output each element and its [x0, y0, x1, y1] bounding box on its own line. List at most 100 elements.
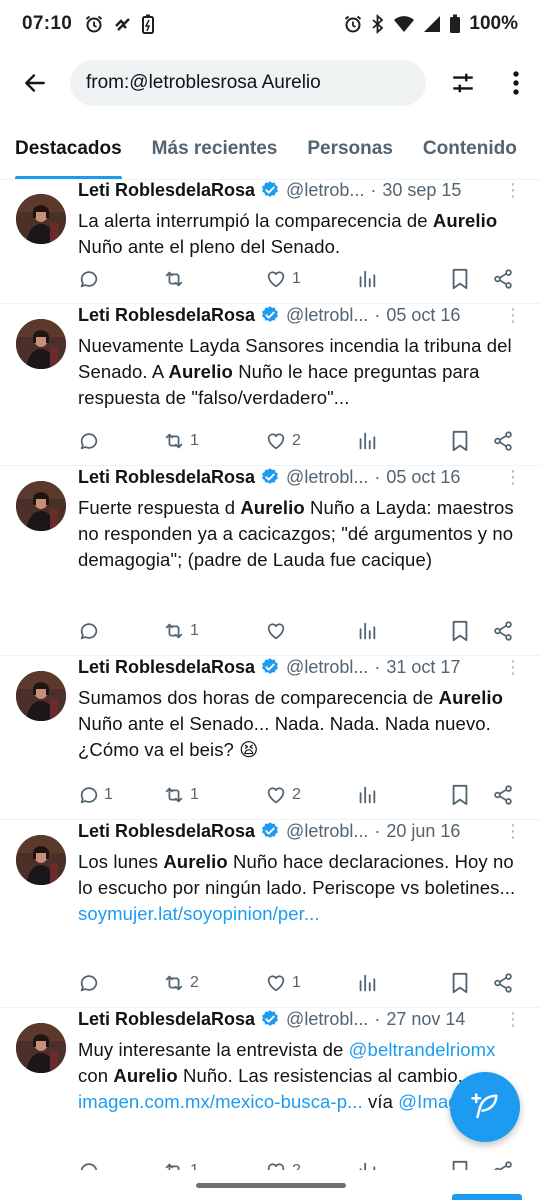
search-input[interactable]: from:@letroblesrosa Aurelio: [70, 60, 426, 106]
search-tabs: Destacados Más recientes Personas Conten…: [0, 118, 540, 180]
separator-dot: ·: [374, 820, 381, 841]
search-filters-button[interactable]: [432, 52, 494, 114]
like-button[interactable]: 2: [264, 784, 301, 806]
tweet-header: Leti RoblesdelaRosa @letrobl... · 05 oct 16…: [78, 465, 528, 489]
like-button[interactable]: 2: [264, 430, 301, 452]
avatar[interactable]: [16, 194, 66, 244]
avatar[interactable]: [16, 1023, 66, 1073]
reply-button[interactable]: [78, 268, 104, 290]
tweet-feed[interactable]: Leti RoblesdelaRosa @letrob... · 30 sep 15 ⋮…: [0, 180, 540, 1170]
tweet-date[interactable]: 31 oct 17: [386, 657, 460, 678]
avatar[interactable]: [16, 671, 66, 721]
tweet[interactable]: Leti RoblesdelaRosa @letrobl... · 05 oct 16…: [0, 466, 540, 656]
bookmark-button[interactable]: [450, 430, 470, 452]
retweet-icon: [162, 268, 186, 290]
tweet-date[interactable]: 20 jun 16: [386, 821, 460, 842]
views-button[interactable]: [356, 784, 378, 806]
bookmark-button[interactable]: [450, 972, 470, 994]
tab-destacados[interactable]: Destacados: [15, 118, 122, 179]
like-button[interactable]: [264, 620, 292, 642]
back-button[interactable]: [0, 52, 70, 114]
author-name[interactable]: Leti RoblesdelaRosa: [78, 180, 255, 201]
retweet-button[interactable]: 1: [162, 784, 199, 806]
share-button[interactable]: [492, 1160, 514, 1170]
author-name[interactable]: Leti RoblesdelaRosa: [78, 821, 255, 842]
retweet-button[interactable]: 2: [162, 972, 199, 994]
author-name[interactable]: Leti RoblesdelaRosa: [78, 467, 255, 488]
author-handle[interactable]: @letrobl...: [286, 1009, 368, 1030]
tweet[interactable]: Leti RoblesdelaRosa @letrobl... · 20 jun 16…: [0, 820, 540, 1008]
retweets-count: 1: [190, 1162, 199, 1170]
retweet-button[interactable]: 1: [162, 620, 199, 642]
status-time: 07:10: [22, 13, 73, 34]
retweet-button[interactable]: 1: [162, 430, 199, 452]
reply-button[interactable]: [78, 620, 104, 642]
tweet-link[interactable]: imagen.com.mx/mexico-busca-p...: [78, 1091, 363, 1112]
bar-chart-icon: [356, 784, 378, 806]
like-button[interactable]: 1: [264, 972, 301, 994]
share-button[interactable]: [492, 430, 514, 452]
heart-icon: [264, 620, 288, 642]
tweet-link[interactable]: @beltrandelriomx: [349, 1039, 496, 1060]
like-button[interactable]: 1: [264, 268, 301, 290]
author-handle[interactable]: @letrobl...: [286, 305, 368, 326]
avatar[interactable]: [16, 835, 66, 885]
gesture-nav-handle[interactable]: [196, 1183, 346, 1188]
tweet-date[interactable]: 30 sep 15: [382, 180, 461, 201]
compose-tweet-button[interactable]: [450, 1072, 520, 1142]
author-handle[interactable]: @letrobl...: [286, 821, 368, 842]
bookmark-icon: [450, 268, 470, 290]
share-icon: [492, 784, 514, 806]
tweet-menu-icon[interactable]: ⋮: [504, 181, 522, 199]
reply-button[interactable]: 1: [78, 784, 113, 806]
like-button[interactable]: 2: [264, 1160, 301, 1170]
tweet-menu-icon[interactable]: ⋮: [504, 1010, 522, 1028]
tweet-menu-icon[interactable]: ⋮: [504, 822, 522, 840]
author-name[interactable]: Leti RoblesdelaRosa: [78, 657, 255, 678]
views-button[interactable]: [356, 972, 378, 994]
share-button[interactable]: [492, 268, 514, 290]
views-button[interactable]: [356, 268, 378, 290]
bookmark-button[interactable]: [450, 1160, 470, 1170]
views-button[interactable]: [356, 1160, 378, 1170]
retweet-icon: [162, 784, 186, 806]
share-button[interactable]: [492, 784, 514, 806]
author-handle[interactable]: @letrob...: [286, 180, 364, 201]
tab-mas-recientes[interactable]: Más recientes: [152, 118, 278, 179]
tweet[interactable]: Leti RoblesdelaRosa @letrob... · 30 sep 15 ⋮…: [0, 180, 540, 304]
retweet-button[interactable]: 1: [162, 1160, 199, 1170]
share-button[interactable]: [492, 620, 514, 642]
views-button[interactable]: [356, 430, 378, 452]
tweet-menu-icon[interactable]: ⋮: [504, 468, 522, 486]
reply-button[interactable]: [78, 972, 104, 994]
share-icon: [492, 620, 514, 642]
tweet[interactable]: Leti RoblesdelaRosa @letrobl... · 31 oct 17…: [0, 656, 540, 820]
bookmark-button[interactable]: [450, 784, 470, 806]
views-button[interactable]: [356, 620, 378, 642]
bookmark-button[interactable]: [450, 620, 470, 642]
avatar[interactable]: [16, 319, 66, 369]
tab-personas[interactable]: Personas: [307, 118, 393, 179]
tweet-menu-icon[interactable]: ⋮: [504, 658, 522, 676]
feather-plus-icon: [471, 1093, 498, 1119]
more-options-button[interactable]: [494, 52, 538, 114]
bookmark-button[interactable]: [450, 268, 470, 290]
author-name[interactable]: Leti RoblesdelaRosa: [78, 1009, 255, 1030]
reply-button[interactable]: [78, 430, 104, 452]
author-name[interactable]: Leti RoblesdelaRosa: [78, 305, 255, 326]
author-handle[interactable]: @letrobl...: [286, 657, 368, 678]
avatar[interactable]: [16, 481, 66, 531]
reply-icon: [78, 268, 100, 290]
tweet-date[interactable]: 05 oct 16: [386, 467, 460, 488]
tab-contenido[interactable]: Contenido: [423, 118, 517, 179]
tweet-link[interactable]: soymujer.lat/soyopinion/per...: [78, 903, 320, 924]
reply-button[interactable]: [78, 1160, 104, 1170]
author-handle[interactable]: @letrobl...: [286, 467, 368, 488]
tweet-date[interactable]: 05 oct 16: [386, 305, 460, 326]
tweet-date[interactable]: 27 nov 14: [386, 1009, 465, 1030]
retweet-button[interactable]: [162, 268, 190, 290]
tweet[interactable]: Leti RoblesdelaRosa @letrobl... · 05 oct 16…: [0, 304, 540, 466]
tweet-menu-icon[interactable]: ⋮: [504, 306, 522, 324]
separator-dot: ·: [374, 466, 381, 487]
share-button[interactable]: [492, 972, 514, 994]
